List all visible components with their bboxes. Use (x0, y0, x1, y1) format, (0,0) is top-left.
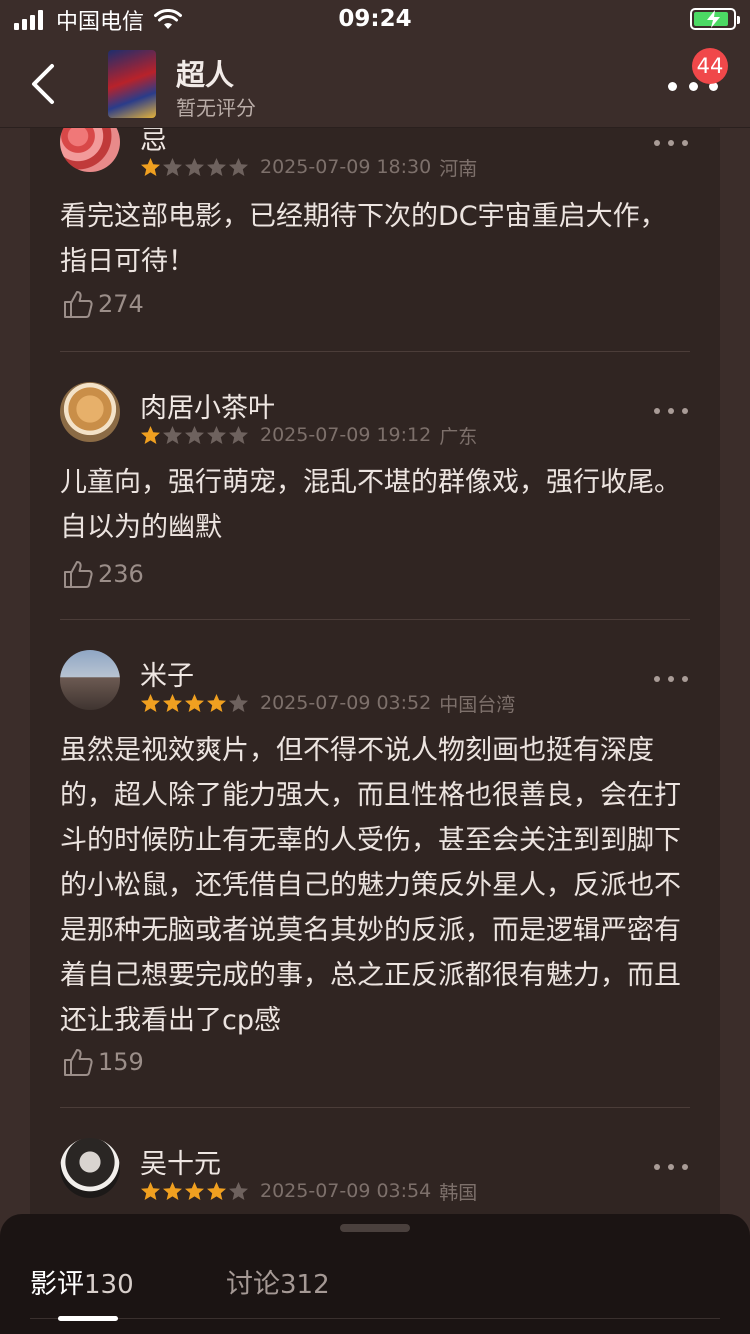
star-filled-icon (185, 693, 204, 712)
star-empty-icon (163, 425, 182, 444)
chevron-left-icon (32, 64, 54, 104)
like-count: 159 (98, 1048, 144, 1076)
review-more-button[interactable] (654, 674, 688, 684)
dot-icon (688, 81, 698, 91)
movie-poster-thumbnail[interactable] (108, 50, 156, 118)
star-rating (140, 425, 250, 446)
star-empty-icon (207, 157, 226, 176)
thumbs-up-icon (64, 291, 93, 318)
review-more-button[interactable] (654, 406, 688, 416)
star-rating (140, 1181, 250, 1202)
thumbs-up-icon (64, 1049, 93, 1076)
review-time: 2025-07-09 03:52 (260, 692, 432, 714)
star-empty-icon (185, 425, 204, 444)
nav-bar: 超人 暂无评分 (0, 40, 750, 128)
like-button[interactable]: 274 (62, 288, 144, 320)
star-filled-icon (185, 1181, 204, 1200)
review-more-button[interactable] (654, 138, 688, 148)
star-empty-icon (207, 425, 226, 444)
status-bar: 中国电信 09:24 (0, 0, 750, 40)
avatar[interactable] (60, 1138, 120, 1198)
star-empty-icon (163, 157, 182, 176)
review-more-button[interactable] (654, 1162, 688, 1172)
star-filled-icon (207, 1181, 226, 1200)
tab-label: 影评 (30, 1269, 84, 1300)
back-button[interactable] (22, 60, 66, 108)
like-count: 236 (98, 560, 144, 588)
like-button[interactable]: 159 (62, 1046, 144, 1078)
rating-status: 暂无评分 (176, 96, 256, 120)
notification-badge: 44 (692, 48, 728, 84)
star-empty-icon (185, 157, 204, 176)
tab-reviews[interactable]: 影评130 (30, 1262, 134, 1301)
review-item: 肉居小茶叶 2025-07-09 19:12 广东 儿童向，强行萌宠，混乱不堪的… (60, 380, 690, 600)
star-filled-icon (207, 693, 226, 712)
divider (60, 1107, 690, 1108)
star-rating (140, 693, 250, 714)
review-location: 河南 (439, 157, 478, 180)
review-location: 韩国 (439, 1181, 478, 1204)
tab-discussions[interactable]: 讨论312 (226, 1262, 330, 1301)
divider (60, 351, 690, 352)
review-location: 中国台湾 (439, 693, 516, 716)
bottom-tab-sheet: 影评130 讨论312 (0, 1214, 750, 1334)
star-filled-icon (163, 693, 182, 712)
star-filled-icon (141, 425, 160, 444)
star-empty-icon (229, 693, 248, 712)
star-empty-icon (229, 157, 248, 176)
movie-reviews-screen: 中国电信 09:24 超人 暂无评分 44 忌 2025-07-09 18:30… (0, 0, 750, 1334)
like-count: 274 (98, 290, 144, 318)
divider (60, 619, 690, 620)
active-tab-indicator (58, 1316, 118, 1321)
username[interactable]: 米子 (140, 654, 194, 693)
battery-charging-icon (690, 8, 740, 30)
username[interactable]: 吴十元 (140, 1142, 221, 1181)
star-filled-icon (141, 157, 160, 176)
star-empty-icon (229, 1181, 248, 1200)
dot-icon (668, 81, 677, 91)
star-filled-icon (163, 1181, 182, 1200)
review-time: 2025-07-09 19:12 (260, 424, 432, 446)
review-location: 广东 (439, 425, 478, 448)
tab-label: 讨论 (226, 1269, 280, 1300)
divider (30, 1318, 720, 1319)
review-item: 米子 2025-07-09 03:52 中国台湾 虽然是视效爽片，但不得不说人物… (60, 648, 690, 1088)
review-time: 2025-07-09 03:54 (260, 1180, 432, 1202)
star-filled-icon (141, 1181, 160, 1200)
username[interactable]: 肉居小茶叶 (140, 386, 275, 425)
clock: 09:24 (338, 6, 412, 32)
review-item: 吴十元 2025-07-09 03:54 韩国 (60, 1136, 690, 1216)
tab-count: 130 (84, 1270, 134, 1300)
review-text: 看完这部电影，已经期待下次的DC宇宙重启大作，指日可待！ (60, 201, 667, 277)
star-empty-icon (229, 425, 248, 444)
review-item: 忌 2025-07-09 18:30 河南 看完这部电影，已经期待下次的DC宇宙… (60, 112, 690, 352)
review-text: 虽然是视效爽片，但不得不说人物刻画也挺有深度的，超人除了能力强大，而且性格也很善… (60, 735, 681, 1036)
review-time: 2025-07-09 18:30 (260, 156, 432, 178)
movie-title: 超人 (176, 58, 235, 92)
star-rating (140, 157, 250, 178)
thumbs-up-icon (64, 561, 93, 588)
tab-count: 312 (280, 1270, 330, 1300)
review-text: 儿童向，强行萌宠，混乱不堪的群像戏，强行收尾。自以为的幽默 (60, 467, 681, 543)
avatar[interactable] (60, 382, 120, 442)
star-filled-icon (141, 693, 160, 712)
avatar[interactable] (60, 650, 120, 710)
drag-handle[interactable] (340, 1224, 410, 1232)
like-button[interactable]: 236 (62, 558, 144, 590)
